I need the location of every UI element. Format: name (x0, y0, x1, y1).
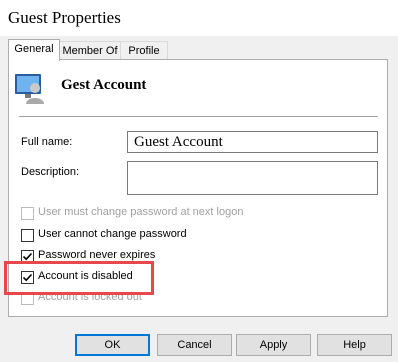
checkbox-box (21, 229, 34, 242)
checkbox-label: User must change password at next logon (38, 206, 244, 218)
account-display-name: Gest Account (61, 77, 147, 93)
highlight-box (4, 261, 154, 295)
user-account-icon (15, 74, 44, 104)
tab-general[interactable]: General (8, 39, 60, 61)
section-divider (19, 116, 378, 117)
description-field[interactable] (127, 161, 378, 195)
ok-button[interactable]: OK (75, 334, 150, 356)
cancel-button[interactable]: Cancel (157, 334, 232, 356)
checkbox-label: Password never expires (38, 249, 156, 261)
full-name-field[interactable]: Guest Account (127, 131, 378, 153)
description-label: Description: (21, 166, 80, 178)
tab-profile[interactable]: Profile (120, 41, 168, 60)
full-name-label: Full name: (21, 136, 73, 148)
apply-button[interactable]: Apply (236, 334, 311, 356)
help-button[interactable]: Help (317, 334, 392, 356)
title-bar: Guest Properties (0, 0, 398, 36)
tab-member-of[interactable]: Member Of (59, 41, 121, 60)
checkbox-box (21, 207, 34, 220)
window-title: Guest Properties (8, 8, 121, 27)
checkbox-label: User cannot change password (38, 228, 187, 240)
